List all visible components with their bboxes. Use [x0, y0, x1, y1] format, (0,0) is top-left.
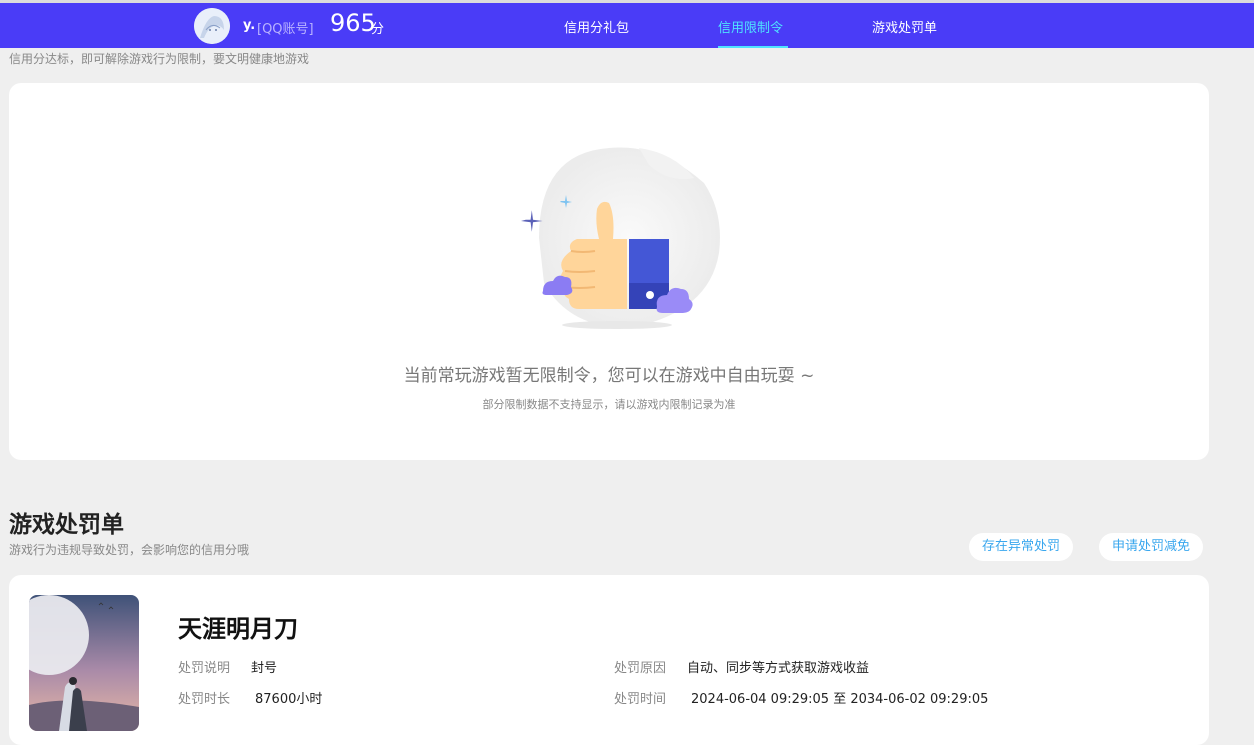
- penalty-time-value: 2024-06-04 09:29:05 至 2034-06-02 09:29:0…: [691, 692, 989, 707]
- credit-score: 965: [330, 9, 376, 37]
- top-navigation-bar: y. [QQ账号] 965 分 信用分礼包 信用限制令 游戏处罚单: [0, 0, 1254, 48]
- credit-score-unit: 分: [371, 22, 385, 37]
- empty-state-note: 部分限制数据不支持显示，请以游戏内限制记录为准: [482, 398, 736, 411]
- penalty-duration-value: 87600小时: [255, 692, 323, 707]
- section-desc-penalty: 游戏行为违规导致处罚，会影响您的信用分哦: [9, 543, 250, 557]
- abnormal-penalty-button[interactable]: 存在异常处罚: [969, 533, 1074, 561]
- avatar[interactable]: [194, 8, 230, 44]
- penalty-card[interactable]: 天涯明月刀 处罚说明 封号 处罚时长 87600小时 处罚原因 自动、同步等方式…: [9, 575, 1209, 745]
- restriction-card: 当前常玩游戏暂无限制令，您可以在游戏中自由玩耍 ~ 部分限制数据不支持显示，请以…: [9, 83, 1209, 460]
- game-cover-image: [29, 595, 139, 731]
- penalty-time-label: 处罚时间: [614, 692, 667, 707]
- section-title-penalty: 游戏处罚单: [9, 512, 124, 538]
- penalty-cause-value: 自动、同步等方式获取游戏收益: [687, 661, 870, 676]
- active-tab-underline: [718, 46, 788, 48]
- penalty-duration-label: 处罚时长: [178, 692, 231, 707]
- penalty-desc-value: 封号: [251, 661, 278, 676]
- account-type-label: [QQ账号]: [257, 22, 314, 37]
- tab-credit-restriction[interactable]: 信用限制令: [718, 17, 783, 36]
- penalty-desc-label: 处罚说明: [178, 661, 231, 676]
- penalty-cause-label: 处罚原因: [614, 661, 667, 676]
- appeal-penalty-button[interactable]: 申请处罚减免: [1099, 533, 1204, 561]
- tab-credit-gift[interactable]: 信用分礼包: [564, 17, 629, 36]
- thumbs-up-icon: [509, 143, 729, 343]
- username: y.: [243, 18, 256, 33]
- empty-state-message: 当前常玩游戏暂无限制令，您可以在游戏中自由玩耍 ~: [403, 366, 815, 386]
- restriction-subtitle: 信用分达标，即可解除游戏行为限制，要文明健康地游戏: [9, 52, 310, 66]
- tab-game-penalty[interactable]: 游戏处罚单: [872, 17, 937, 36]
- game-title: 天涯明月刀: [178, 615, 298, 643]
